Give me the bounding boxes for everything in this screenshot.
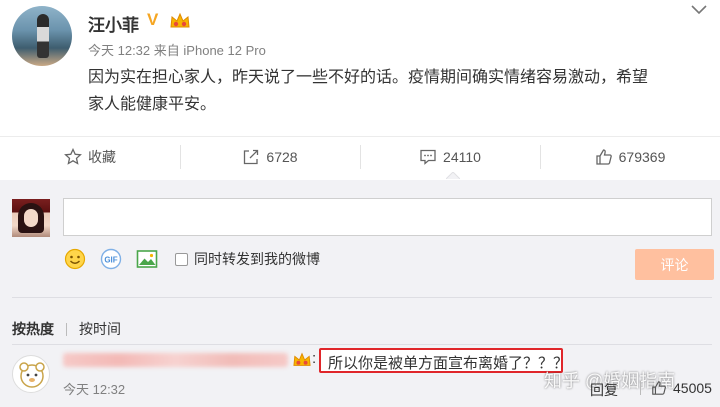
tab-sort-time[interactable]: 按时间 (79, 319, 121, 339)
comment-button[interactable]: 24110 (360, 137, 540, 176)
divider (12, 344, 712, 345)
tab-separator (66, 322, 67, 336)
post-time[interactable]: 今天 12:32 (88, 43, 150, 58)
favorite-button[interactable]: 收藏 (0, 137, 180, 176)
comment-time: 今天 12:32 (63, 382, 126, 397)
commenter-avatar[interactable] (12, 355, 50, 393)
post-meta: 今天 12:32 来自 iPhone 12 Pro (88, 40, 266, 59)
post-text-line: 因为实在担心家人，昨天说了一些不好的话。疫情期间确实情绪容易激动，希望 (88, 69, 649, 86)
repost-icon (244, 149, 259, 164)
comment-icon (420, 149, 436, 165)
share-checkbox[interactable] (175, 252, 188, 266)
divider (12, 297, 712, 298)
chevron-down-icon[interactable] (690, 4, 708, 16)
gif-icon[interactable]: GIF (99, 247, 123, 271)
composer-toolbar: GIF 同时转发到我的微博 (63, 246, 320, 272)
comment-like-button[interactable]: 45005 (640, 380, 712, 396)
sort-tabs: 按热度 按时间 (12, 319, 121, 339)
gif-text: GIF (104, 256, 117, 265)
separator (640, 381, 641, 395)
user-avatar[interactable] (12, 6, 72, 66)
favorite-label: 收藏 (88, 148, 116, 165)
highlighted-comment-text: 所以你是被单方面宣布离婚了？？？ (319, 348, 568, 373)
emoji-icon[interactable] (63, 247, 87, 271)
action-bar: 收藏 6728 24110 679369 (0, 136, 720, 176)
comment-input[interactable] (63, 198, 712, 236)
comment-colon: : (312, 350, 317, 367)
commenter-name-blurred[interactable] (63, 353, 288, 367)
panel-pointer (446, 172, 460, 179)
repost-count: 6728 (266, 148, 298, 165)
image-icon[interactable] (135, 247, 159, 271)
tab-sort-hot[interactable]: 按热度 (12, 319, 54, 339)
share-checkbox-label[interactable]: 同时转发到我的微博 (194, 249, 320, 269)
thumbs-up-icon (652, 381, 666, 395)
star-icon (64, 147, 82, 165)
like-count: 679369 (618, 148, 666, 165)
vip-crown-icon (170, 12, 190, 28)
repost-button[interactable]: 6728 (180, 137, 360, 176)
verified-badge-icon: V (147, 10, 159, 29)
weibo-post: 汪小菲 V 今天 12:32 来自 iPhone 12 Pro 因为实在担心家人… (0, 0, 720, 136)
post-text-line: 家人能健康平安。 (88, 96, 217, 113)
username[interactable]: 汪小菲 (88, 11, 139, 36)
post-source: iPhone 12 Pro (183, 43, 266, 58)
like-button[interactable]: 679369 (540, 137, 720, 176)
comment-like-count: 45005 (673, 380, 712, 396)
vip-crown-icon (293, 352, 311, 366)
submit-comment-button[interactable]: 评论 (635, 249, 714, 280)
comment-count: 24110 (443, 148, 481, 165)
post-content: 因为实在担心家人，昨天说了一些不好的话。疫情期间确实情绪容易激动，希望 家人能健… (88, 64, 708, 118)
reply-button[interactable]: 回复 (590, 380, 618, 400)
source-prefix: 来自 (153, 43, 180, 58)
current-user-avatar[interactable] (12, 199, 50, 237)
thumbs-up-icon (595, 148, 612, 165)
